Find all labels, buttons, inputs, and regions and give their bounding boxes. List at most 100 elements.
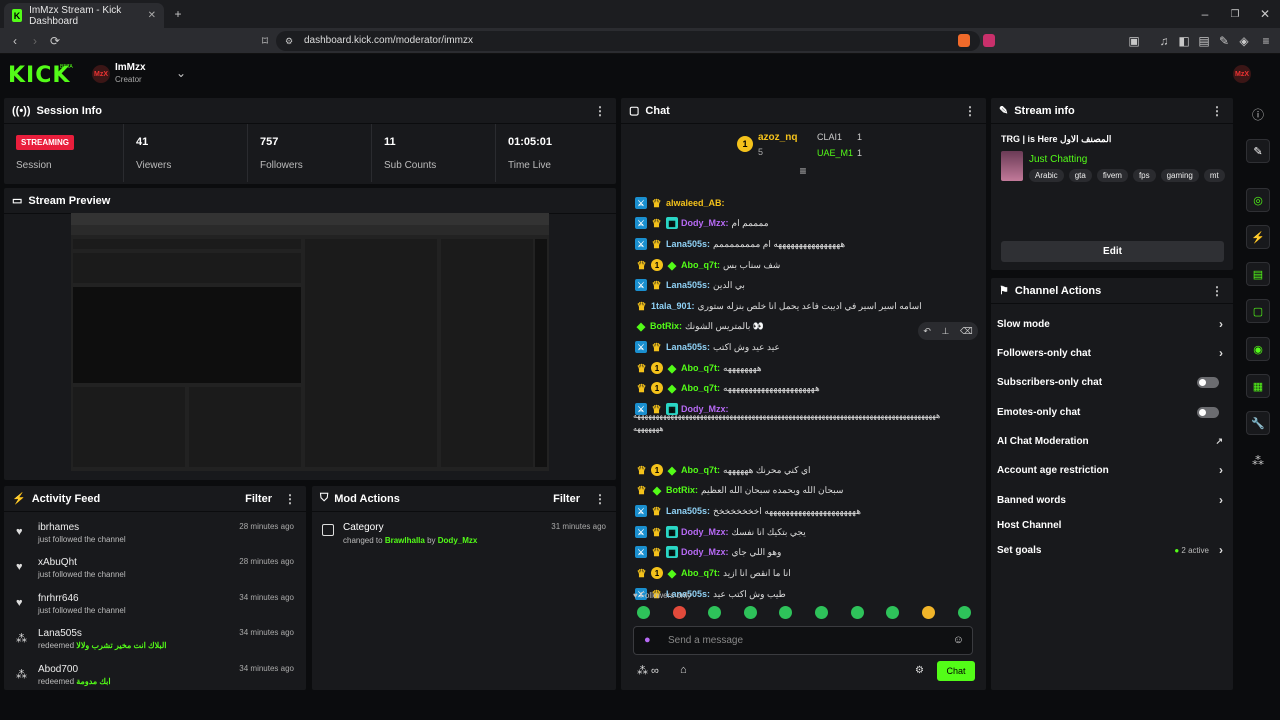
- chat-username[interactable]: alwaleed_AB:: [666, 198, 725, 208]
- chevron-down-icon[interactable]: ⌄: [174, 65, 188, 81]
- emote-icon[interactable]: [779, 606, 792, 619]
- points-infinity-icon[interactable]: ⁂ ∞: [637, 664, 659, 677]
- wallet-icon[interactable]: ▤: [1196, 32, 1212, 50]
- store-icon[interactable]: ⌂: [680, 664, 687, 676]
- chat-message: ⚔ ♛ alwaleed_AB:: [635, 195, 728, 211]
- more-icon[interactable]: ⋮: [594, 492, 606, 506]
- site-info-icon[interactable]: ⚙: [282, 34, 296, 48]
- window-close-icon[interactable]: ✕: [1256, 5, 1274, 23]
- emoji-icon[interactable]: ☺: [953, 634, 964, 646]
- extensions-icon[interactable]: ✎: [1216, 32, 1232, 50]
- emote-icon[interactable]: [637, 606, 650, 619]
- address-bar[interactable]: ⚙ dashboard.kick.com/moderator/immzx: [276, 31, 980, 51]
- bookmark-icon[interactable]: ⌑: [256, 32, 274, 50]
- chat-username[interactable]: Abo_q7t:: [681, 363, 720, 373]
- back-icon[interactable]: ‹: [6, 32, 24, 50]
- profile-avatar[interactable]: MzX: [1233, 65, 1251, 83]
- edit-stream-icon[interactable]: ✎: [1246, 139, 1270, 163]
- send-chat-button[interactable]: Chat: [937, 661, 975, 681]
- vip-badge-icon: ◆: [667, 259, 677, 272]
- more-icon[interactable]: ⋮: [594, 104, 606, 118]
- chat-icon[interactable]: ▢: [1246, 299, 1270, 323]
- new-tab-icon[interactable]: +: [170, 5, 186, 23]
- filter-button[interactable]: Filter: [553, 493, 580, 505]
- chat-username[interactable]: Abo_q7t:: [681, 568, 720, 578]
- banned-words-item[interactable]: Banned words ›: [997, 490, 1223, 510]
- more-icon[interactable]: ⋮: [1211, 284, 1223, 298]
- browser-tab[interactable]: K ImMzx Stream - Kick Dashboard ✕: [4, 3, 164, 28]
- emote-icon[interactable]: [815, 606, 828, 619]
- more-icon[interactable]: ⋮: [1211, 104, 1223, 118]
- more-icon[interactable]: ⋮: [284, 492, 296, 506]
- settings-icon[interactable]: ⚙: [915, 665, 924, 676]
- chat-username[interactable]: Dody_Mzx:: [681, 218, 729, 228]
- more-icon[interactable]: ⋮: [964, 104, 976, 118]
- ai-moderation-item[interactable]: AI Chat Moderation ↗: [997, 431, 1223, 451]
- slow-mode-item[interactable]: Slow mode ›: [997, 314, 1223, 334]
- chat-username[interactable]: Lana505s:: [666, 239, 710, 249]
- brave-rewards-icon[interactable]: [983, 34, 995, 47]
- chat-username[interactable]: BotRix:: [650, 321, 682, 331]
- host-channel-item[interactable]: Host Channel: [997, 515, 1223, 535]
- username: ImMzx: [115, 62, 146, 73]
- filter-button[interactable]: Filter: [245, 493, 272, 505]
- chat-username[interactable]: Lana505s:: [666, 506, 710, 516]
- chat-input[interactable]: ● Send a message ☺: [633, 626, 973, 655]
- minimize-icon[interactable]: –: [1196, 5, 1214, 23]
- chat-username[interactable]: 1tala_901:: [651, 301, 695, 311]
- stat-session: STREAMING Session: [4, 124, 124, 182]
- mic-icon[interactable]: ●: [644, 634, 651, 646]
- subscribers-only-toggle[interactable]: [1197, 376, 1219, 388]
- chat-username[interactable]: BotRix:: [666, 485, 698, 495]
- account-age-item[interactable]: Account age restriction ›: [997, 460, 1223, 480]
- emote-icon[interactable]: [886, 606, 899, 619]
- emote-icon[interactable]: [744, 606, 757, 619]
- pin-icon[interactable]: ⊥: [941, 326, 949, 337]
- emotes-only-toggle[interactable]: [1197, 406, 1219, 418]
- chat-username[interactable]: Dody_Mzx:: [681, 527, 729, 537]
- chat-username[interactable]: Dody_Mzx:: [681, 547, 729, 557]
- delete-icon[interactable]: ⌫: [960, 326, 973, 337]
- bolt-icon[interactable]: ⚡: [1246, 225, 1270, 249]
- points-icon[interactable]: ⁂: [1250, 453, 1266, 469]
- chat-username[interactable]: Abo_q7t:: [681, 383, 720, 393]
- screenshot-icon[interactable]: ▣: [1126, 32, 1142, 50]
- reload-icon[interactable]: ⟳: [46, 32, 64, 50]
- chat-username[interactable]: Abo_q7t:: [681, 260, 720, 270]
- chat-username[interactable]: Abo_q7t:: [681, 465, 720, 475]
- chat-message-text: بي الدين: [713, 279, 745, 290]
- followers-only-item[interactable]: Followers-only chat ›: [997, 343, 1223, 363]
- vip-badge-icon: ◆: [652, 484, 662, 497]
- chat-username[interactable]: Lana505s:: [666, 342, 710, 352]
- maximize-icon[interactable]: ❐: [1226, 5, 1244, 23]
- sidebar-icon[interactable]: ◧: [1176, 32, 1192, 50]
- emote-icon[interactable]: [708, 606, 721, 619]
- document-icon[interactable]: ▤: [1246, 262, 1270, 286]
- broadcast-icon[interactable]: ◉: [1246, 337, 1270, 361]
- emote-icon[interactable]: [673, 606, 686, 619]
- emote-icon[interactable]: [851, 606, 864, 619]
- chat-username[interactable]: Lana505s:: [666, 280, 710, 290]
- reply-icon[interactable]: ↶: [923, 326, 931, 337]
- info-icon[interactable]: ⓘ: [1250, 106, 1266, 122]
- wrench-icon[interactable]: 🔧: [1246, 411, 1270, 435]
- avatar[interactable]: MzX: [92, 65, 110, 83]
- edit-button[interactable]: Edit: [1001, 241, 1224, 262]
- brave-shield-icon[interactable]: [958, 34, 970, 47]
- vpn-icon[interactable]: ◈: [1236, 32, 1252, 50]
- set-goals-item[interactable]: Set goals ● 2 active ›: [997, 540, 1223, 560]
- collapse-icon[interactable]: ≡: [796, 164, 810, 178]
- emote-icon[interactable]: [922, 606, 935, 619]
- emote-icon[interactable]: [958, 606, 971, 619]
- target-icon[interactable]: ◎: [1246, 188, 1270, 212]
- chat-message-text: اسامه اسير اسير في اديبت فاعد يحمل انا خ…: [697, 300, 922, 311]
- tab-close-icon[interactable]: ✕: [148, 10, 156, 21]
- stream-video[interactable]: [71, 213, 549, 471]
- media-icon[interactable]: ♫: [1156, 32, 1172, 50]
- menu-icon[interactable]: ≡: [1258, 32, 1274, 50]
- layers-icon[interactable]: ▦: [1246, 374, 1270, 398]
- forward-icon[interactable]: ›: [26, 32, 44, 50]
- mod-badge-icon: ⚔: [635, 217, 647, 229]
- stat-label: Sub Counts: [384, 160, 437, 171]
- heart-icon: ♥: [16, 597, 23, 609]
